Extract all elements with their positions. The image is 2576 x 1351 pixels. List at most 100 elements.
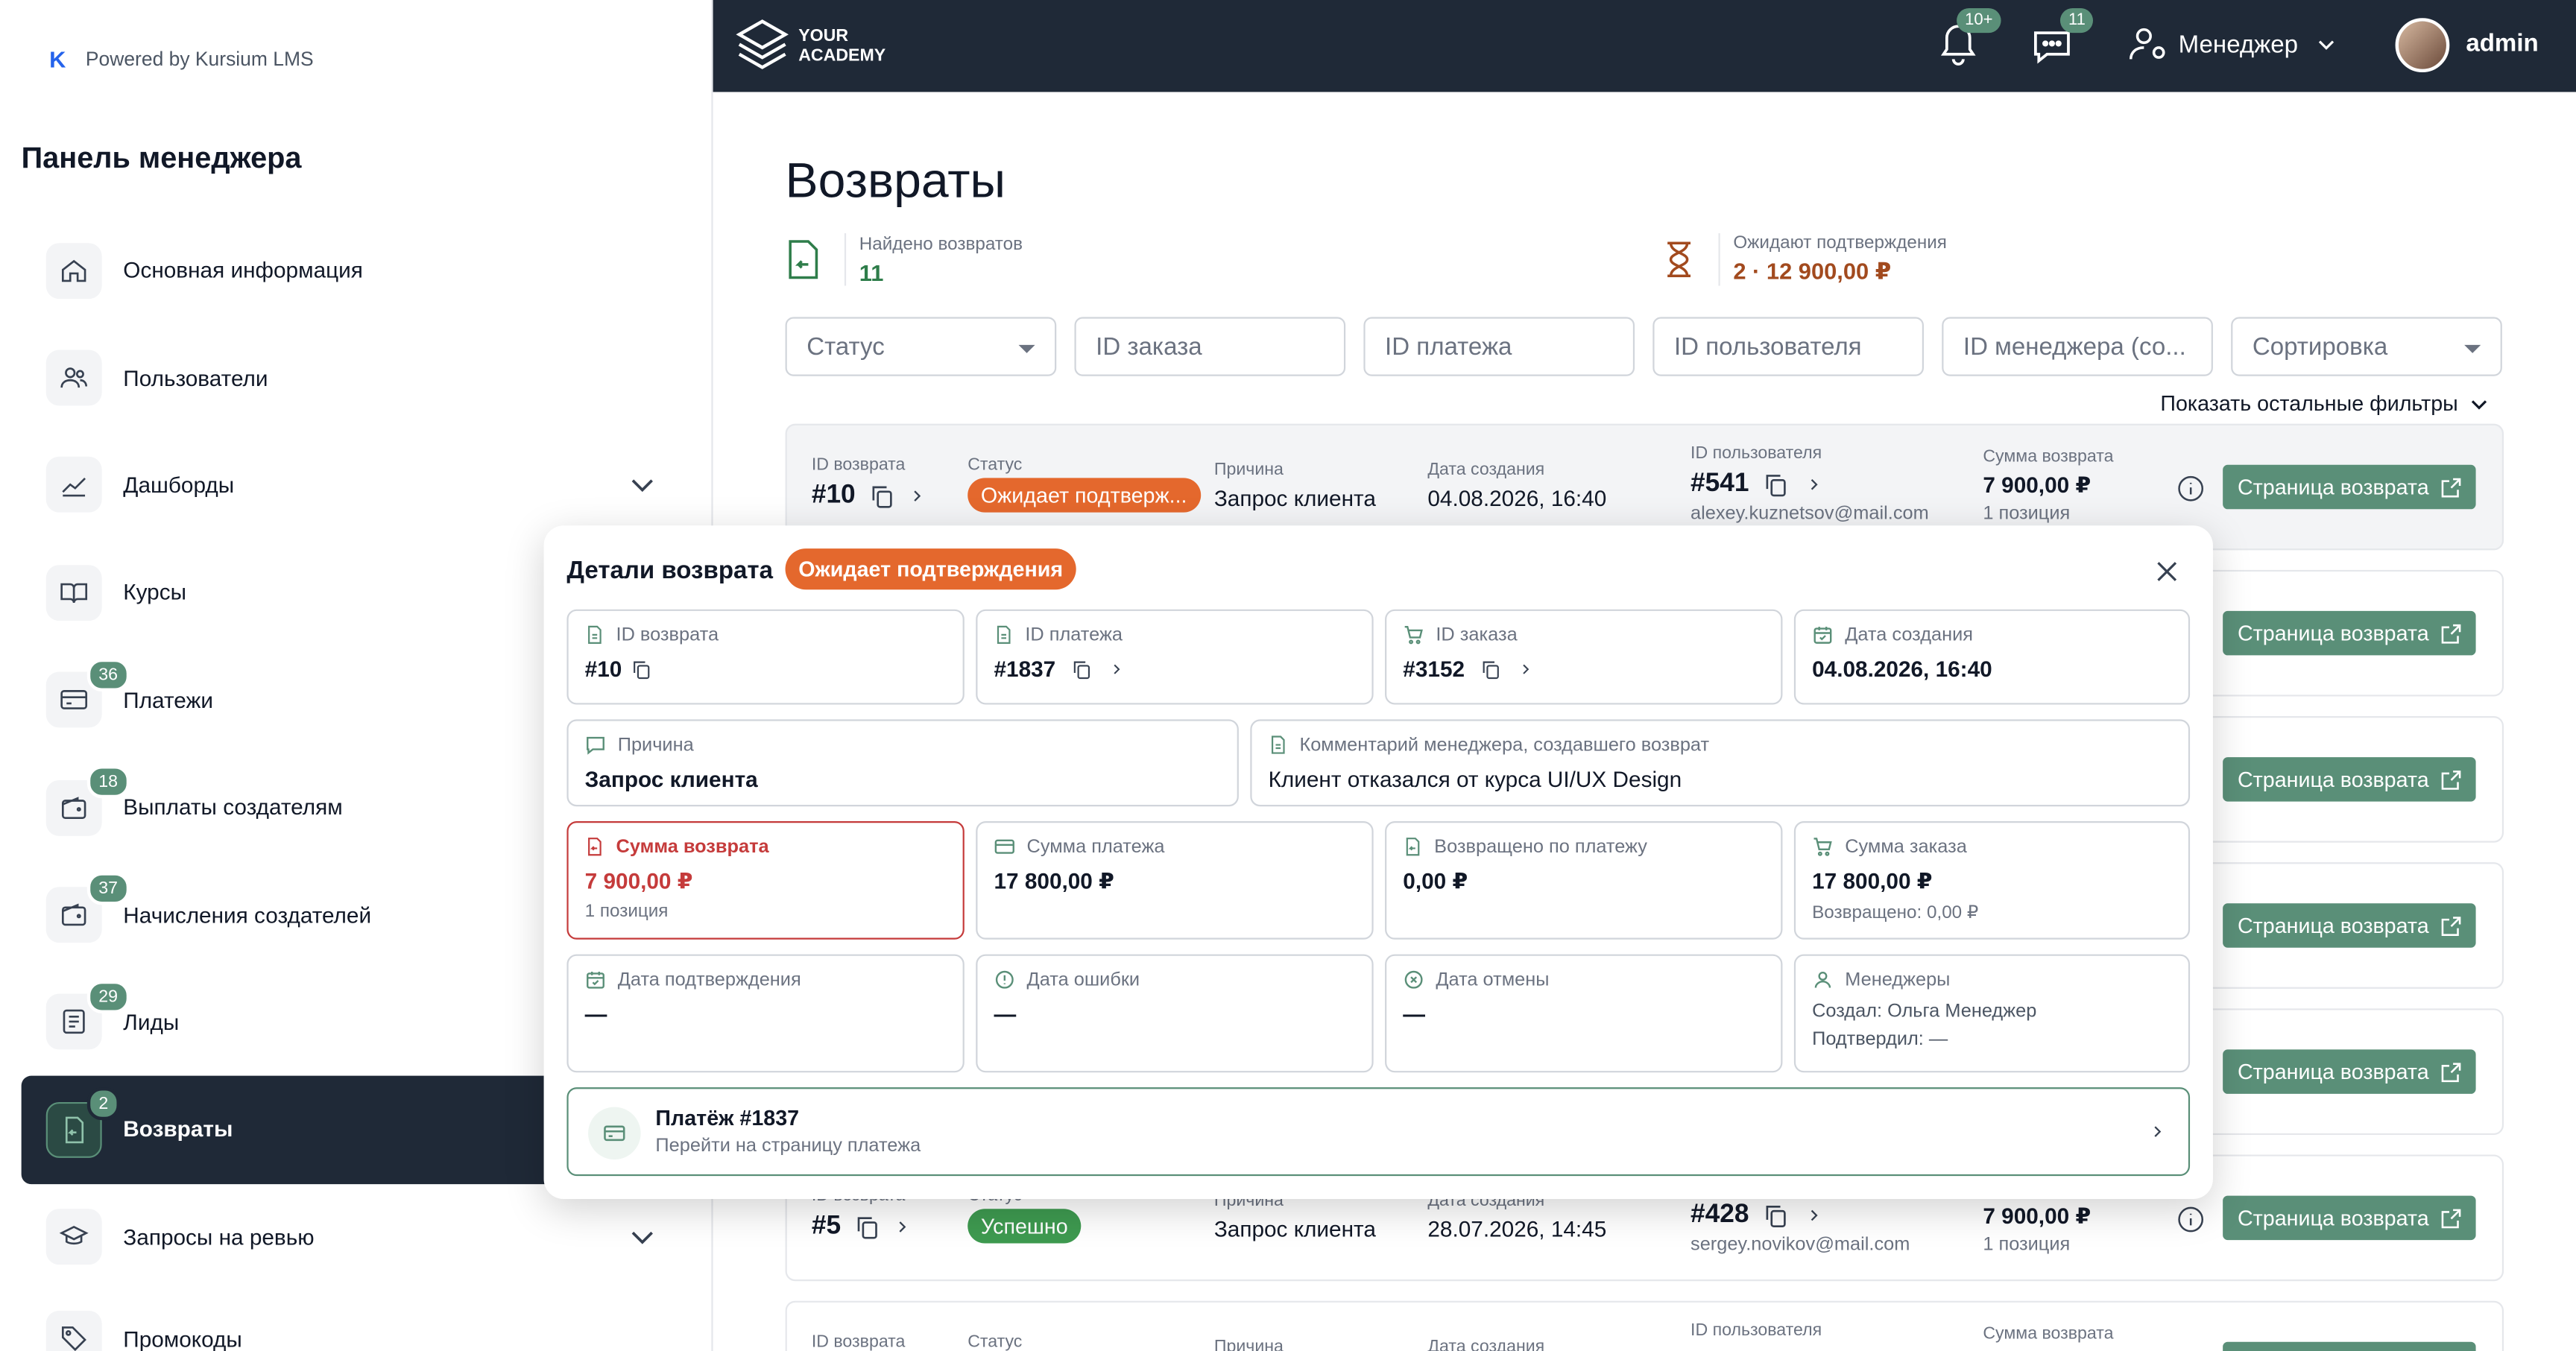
calendar-check-icon bbox=[1813, 627, 1832, 644]
logo-line1: YOUR bbox=[798, 26, 849, 46]
chevron-right-icon[interactable] bbox=[894, 1218, 910, 1235]
cancel-value: — bbox=[1403, 1002, 1426, 1027]
copy-icon[interactable] bbox=[1762, 1202, 1788, 1228]
confirmed-label: Дата подтверждения bbox=[617, 969, 801, 990]
chevron-right-icon[interactable] bbox=[1108, 662, 1123, 677]
role-switcher[interactable]: Менеджер bbox=[2129, 26, 2337, 62]
refund-amount-label: Сумма возврата bbox=[616, 836, 769, 857]
sidebar-item-label: Курсы bbox=[123, 580, 187, 605]
order-id-value: #3152 bbox=[1403, 656, 1465, 682]
messages-button[interactable] bbox=[2030, 26, 2073, 74]
user-id-input[interactable]: ID пользователя bbox=[1652, 317, 1925, 376]
table-row[interactable]: ID возврата Статус Причина Дата создания… bbox=[785, 1300, 2504, 1351]
created-value: 04.08.2026, 16:40 bbox=[1812, 656, 1992, 682]
document-icon bbox=[1271, 735, 1285, 754]
copy-icon[interactable] bbox=[854, 1214, 880, 1240]
sidebar-item-promocodes[interactable]: Промокоды bbox=[22, 1291, 708, 1351]
sidebar-item-dashboards[interactable]: Дашборды bbox=[22, 431, 708, 539]
avatar[interactable] bbox=[2395, 18, 2450, 72]
managers-label: Менеджеры bbox=[1845, 969, 1951, 990]
order-amount-label: Сумма заказа bbox=[1845, 836, 1967, 857]
sort-select[interactable]: Сортировка bbox=[2231, 317, 2502, 376]
payment-link[interactable]: Платёж #1837 Перейти на страницу платежа bbox=[566, 1087, 2191, 1177]
alert-circle-icon bbox=[995, 970, 1014, 989]
powered-by: K Powered by Kursium LMS bbox=[49, 46, 314, 72]
refund-page-button[interactable]: Страница возврата bbox=[2223, 757, 2476, 802]
close-button[interactable] bbox=[2154, 558, 2180, 592]
sidebar-item-label: Пользователи bbox=[123, 365, 268, 390]
chevron-down-icon bbox=[2318, 40, 2334, 50]
sidebar-item-review-requests[interactable]: Запросы на ревью bbox=[22, 1183, 708, 1291]
chevron-down-icon[interactable] bbox=[626, 468, 659, 509]
refund-page-button[interactable]: Страница возврата bbox=[2223, 610, 2476, 656]
x-circle-icon bbox=[1404, 970, 1423, 989]
manager-comment-card: Комментарий менеджера, создавшего возвра… bbox=[1250, 719, 2191, 807]
show-more-filters[interactable]: Показать остальные фильтры bbox=[2160, 391, 2490, 416]
user-icon bbox=[1814, 972, 1831, 988]
page-title: Возвраты bbox=[785, 154, 1006, 209]
copy-icon[interactable] bbox=[868, 483, 894, 509]
refund-doc-icon bbox=[1406, 838, 1420, 856]
external-link-icon bbox=[2441, 478, 2461, 498]
topbar: YOUR ACADEMY 10+ 11 Менеджер admin bbox=[713, 0, 2576, 92]
refund-id-cell: ID возврата bbox=[812, 1332, 906, 1351]
badge-count: 18 bbox=[86, 765, 130, 799]
chevron-right-icon[interactable] bbox=[908, 488, 924, 504]
refund-positions: 1 позиция bbox=[584, 902, 669, 922]
refund-id-cell: ID возврата #10 bbox=[812, 455, 924, 511]
confirmed-value: — bbox=[584, 1002, 607, 1027]
chevron-right-icon[interactable] bbox=[1805, 1207, 1821, 1224]
status-badge: Успешно bbox=[967, 1209, 1082, 1244]
error-value: — bbox=[994, 1002, 1017, 1027]
external-link-icon bbox=[2441, 1209, 2461, 1229]
user-email: alexey.kuznetsov@mail.com bbox=[1690, 504, 1929, 525]
academy-logo-icon bbox=[736, 19, 789, 69]
graduation-cap-icon bbox=[45, 1209, 102, 1265]
error-date-card: Дата ошибки — bbox=[976, 954, 1374, 1073]
refund-doc-icon bbox=[789, 240, 818, 279]
refund-page-button[interactable]: Страница возврата bbox=[2223, 1049, 2476, 1094]
copy-icon[interactable] bbox=[1480, 659, 1501, 680]
chevron-right-icon[interactable] bbox=[1518, 662, 1532, 677]
payment-link-title: Платёж #1837 bbox=[655, 1105, 800, 1130]
amount-value: 7 900,00 ₽ bbox=[1983, 472, 2092, 498]
sidebar-item-label: Выплаты создателям bbox=[123, 795, 343, 820]
order-id-input[interactable]: ID заказа bbox=[1074, 317, 1346, 376]
book-icon bbox=[45, 564, 102, 621]
refund-page-button[interactable]: Страница возврата bbox=[2223, 1195, 2476, 1241]
refund-page-button-label: Страница возврата bbox=[2237, 767, 2429, 792]
copy-icon[interactable] bbox=[1070, 659, 1092, 680]
positions-count: 1 позиция bbox=[1983, 1235, 2071, 1255]
chat-icon bbox=[2034, 31, 2070, 64]
order-id-label: ID заказа bbox=[1436, 624, 1518, 645]
badge-count: 36 bbox=[86, 657, 130, 691]
created-label: Дата создания bbox=[1427, 460, 1545, 480]
chevron-down-icon[interactable] bbox=[626, 1220, 659, 1261]
chart-icon bbox=[45, 457, 102, 513]
sidebar-item-users[interactable]: Пользователи bbox=[22, 324, 708, 431]
refund-page-button[interactable] bbox=[2223, 1341, 2476, 1351]
refund-page-button-label: Страница возврата bbox=[2237, 474, 2429, 500]
refund-page-button[interactable]: Страница возврата bbox=[2223, 464, 2476, 510]
payment-id-input[interactable]: ID платежа bbox=[1363, 317, 1635, 376]
payment-id-value: #1837 bbox=[994, 656, 1056, 682]
external-link-icon bbox=[2441, 917, 2461, 936]
info-icon[interactable] bbox=[2176, 1206, 2204, 1233]
comment-label: Комментарий менеджера, создавшего возвра… bbox=[1299, 735, 1710, 755]
sidebar-item-info[interactable]: Основная информация bbox=[22, 217, 708, 324]
manager-id-input[interactable]: ID менеджера (со... bbox=[1942, 317, 2213, 376]
chevron-right-icon[interactable] bbox=[1805, 476, 1821, 493]
copy-icon[interactable] bbox=[1762, 472, 1788, 498]
status-filter[interactable]: Статус bbox=[785, 317, 1057, 376]
sidebar-item-label: Основная информация bbox=[123, 258, 363, 283]
payment-link-subtitle: Перейти на страницу платежа bbox=[655, 1136, 921, 1157]
modal-title: Детали возврата bbox=[566, 557, 773, 585]
refund-page-button[interactable]: Страница возврата bbox=[2223, 903, 2476, 948]
academy-logo[interactable]: YOUR ACADEMY bbox=[736, 18, 886, 74]
created-value: 28.07.2026, 14:45 bbox=[1427, 1217, 1607, 1242]
refund-page-button-label: Страница возврата bbox=[2237, 1205, 2429, 1230]
user-name[interactable]: admin bbox=[2466, 30, 2538, 57]
info-icon[interactable] bbox=[2176, 475, 2204, 502]
reason-cell: Причина Запрос клиента bbox=[1214, 460, 1376, 510]
copy-icon[interactable] bbox=[630, 659, 651, 680]
